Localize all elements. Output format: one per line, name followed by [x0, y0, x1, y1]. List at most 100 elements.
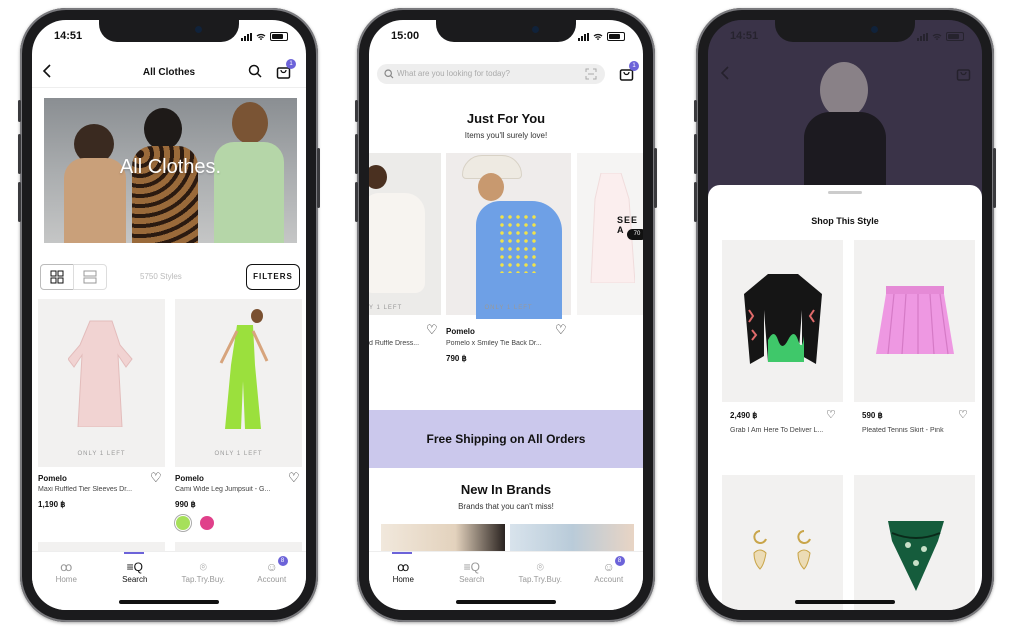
sheet-title: Shop This Style	[811, 216, 879, 226]
bottom-sheet: Shop This Style 2,490 ฿ ♡ Grab I Am Here…	[708, 185, 982, 610]
product-name: Cami Wide Leg Jumpsuit - G...	[175, 486, 271, 493]
status-time: 14:51	[730, 30, 759, 42]
location-pin-icon: ⌾	[199, 560, 207, 574]
product-price: 2,490 ฿	[730, 411, 758, 420]
battery-icon	[607, 32, 625, 41]
home-icon: ꝏ	[397, 560, 410, 574]
section-subtitle: Items you'll surely love!	[464, 131, 548, 140]
product-image[interactable]	[722, 475, 843, 610]
location-pin-icon: ⌾	[536, 560, 544, 574]
battery-icon	[270, 32, 288, 41]
section-title: Just For You	[466, 111, 546, 126]
color-swatch[interactable]	[200, 516, 214, 530]
search-icon: ≡Q	[126, 560, 143, 574]
search-bar[interactable]: What are you looking for today?	[377, 64, 605, 84]
product-image[interactable]: ONLY 1 LEFT	[446, 153, 571, 319]
list-view-toggle[interactable]	[73, 264, 107, 290]
notch	[99, 20, 239, 42]
home-icon: ꝏ	[60, 560, 73, 574]
product-price: 590 ฿	[862, 411, 883, 420]
heart-icon[interactable]: ♡	[555, 323, 567, 336]
product-image[interactable]	[854, 240, 975, 402]
notch	[775, 20, 915, 42]
tab-account[interactable]: ☺ Account 8	[238, 552, 307, 610]
home-indicator	[795, 600, 895, 604]
screen: 14:51 Shop This Style 2,490 ฿ ♡ Grab I A…	[708, 20, 982, 610]
see-all-count: 70	[627, 229, 643, 240]
search-icon[interactable]	[248, 64, 262, 83]
product-image[interactable]	[854, 475, 975, 610]
signal-icon	[578, 32, 589, 41]
notch	[436, 20, 576, 42]
heart-icon[interactable]: ♡	[958, 409, 968, 422]
product-price: 790 ฿	[446, 354, 467, 363]
sheet-handle[interactable]	[828, 191, 862, 194]
section-title: New In Brands	[460, 482, 552, 497]
tab-account[interactable]: ☺ Account 8	[575, 552, 644, 610]
account-badge: 8	[614, 556, 625, 566]
product-name: Pleated Tennis Skirt - Pink	[862, 427, 944, 434]
section-subtitle: Brands that you can't miss!	[458, 502, 554, 511]
shipping-banner[interactable]: Free Shipping on All Orders	[369, 410, 643, 468]
cart-icon	[956, 66, 971, 86]
stock-label: ONLY 1 LEFT	[77, 451, 126, 457]
phone-shop-this-style: 14:51 Shop This Style 2,490 ฿ ♡ Grab I A…	[694, 8, 996, 622]
banner-text: All Clothes.	[119, 156, 222, 178]
phone-home: 15:00 What are you looking for today? 1 …	[355, 8, 657, 622]
wifi-icon	[256, 33, 266, 40]
cart-badge: 1	[286, 59, 296, 69]
color-swatch[interactable]	[176, 516, 190, 530]
battery-icon	[946, 32, 964, 41]
cart-badge: 1	[629, 61, 639, 71]
account-badge: 8	[277, 556, 288, 566]
screen: 14:51 All Clothes 1 All Clothes. 5750 St…	[32, 20, 306, 610]
back-chevron-icon	[720, 66, 730, 85]
signal-icon	[917, 32, 928, 41]
back-chevron-icon[interactable]	[42, 64, 52, 83]
status-time: 14:51	[54, 30, 83, 42]
product-name: Maxi Ruffled Tier Sleeves Dr...	[38, 486, 133, 493]
heart-icon[interactable]: ♡	[826, 409, 836, 422]
product-price: 990 ฿	[175, 500, 196, 509]
product-name: Pomelo x Smiley Tie Back Dr...	[446, 340, 542, 347]
product-brand: Pomelo	[38, 474, 67, 483]
search-input[interactable]: What are you looking for today?	[397, 69, 510, 78]
stock-label: Y 1 LEFT	[369, 305, 403, 311]
product-image[interactable]: ONLY 1 LEFT	[175, 299, 302, 467]
product-name: d Ruffle Dress...	[369, 340, 420, 347]
product-image[interactable]: Y 1 LEFT	[369, 153, 441, 315]
see-all-card[interactable]: SEE A 70	[577, 153, 643, 315]
scan-icon[interactable]	[585, 68, 597, 80]
home-indicator	[456, 600, 556, 604]
status-time: 15:00	[391, 30, 420, 42]
stock-label: ONLY 1 LEFT	[214, 451, 263, 457]
list-icon	[83, 270, 97, 284]
product-image[interactable]	[722, 240, 843, 402]
tab-home[interactable]: ꝏ Home	[369, 552, 438, 610]
product-image[interactable]: ONLY 1 LEFT	[38, 299, 165, 467]
screen: 15:00 What are you looking for today? 1 …	[369, 20, 643, 610]
grid-view-toggle[interactable]	[40, 264, 74, 290]
banner-image[interactable]: All Clothes.	[44, 98, 297, 243]
home-indicator	[119, 600, 219, 604]
product-brand: Pomelo	[446, 327, 475, 336]
signal-icon	[241, 32, 252, 41]
product-brand: Pomelo	[175, 474, 204, 483]
user-icon: ☺	[265, 560, 278, 574]
product-price: 1,190 ฿	[38, 500, 66, 509]
tab-home[interactable]: ꝏ Home	[32, 552, 101, 610]
filters-button[interactable]: FILTERS	[246, 264, 300, 290]
product-name: Grab I Am Here To Deliver L...	[730, 427, 824, 434]
heart-icon[interactable]: ♡	[150, 471, 162, 484]
phone-all-clothes: 14:51 All Clothes 1 All Clothes. 5750 St…	[18, 8, 320, 622]
heart-icon[interactable]: ♡	[426, 323, 438, 336]
stock-label: ONLY 1 LEFT	[484, 305, 533, 311]
heart-icon[interactable]: ♡	[288, 471, 300, 484]
search-icon: ≡Q	[463, 560, 480, 574]
styles-count: 5750 Styles	[140, 272, 182, 281]
page-title: All Clothes	[142, 67, 196, 78]
grid-icon	[50, 270, 64, 284]
user-icon: ☺	[602, 560, 615, 574]
wifi-icon	[932, 33, 942, 40]
wifi-icon	[593, 33, 603, 40]
